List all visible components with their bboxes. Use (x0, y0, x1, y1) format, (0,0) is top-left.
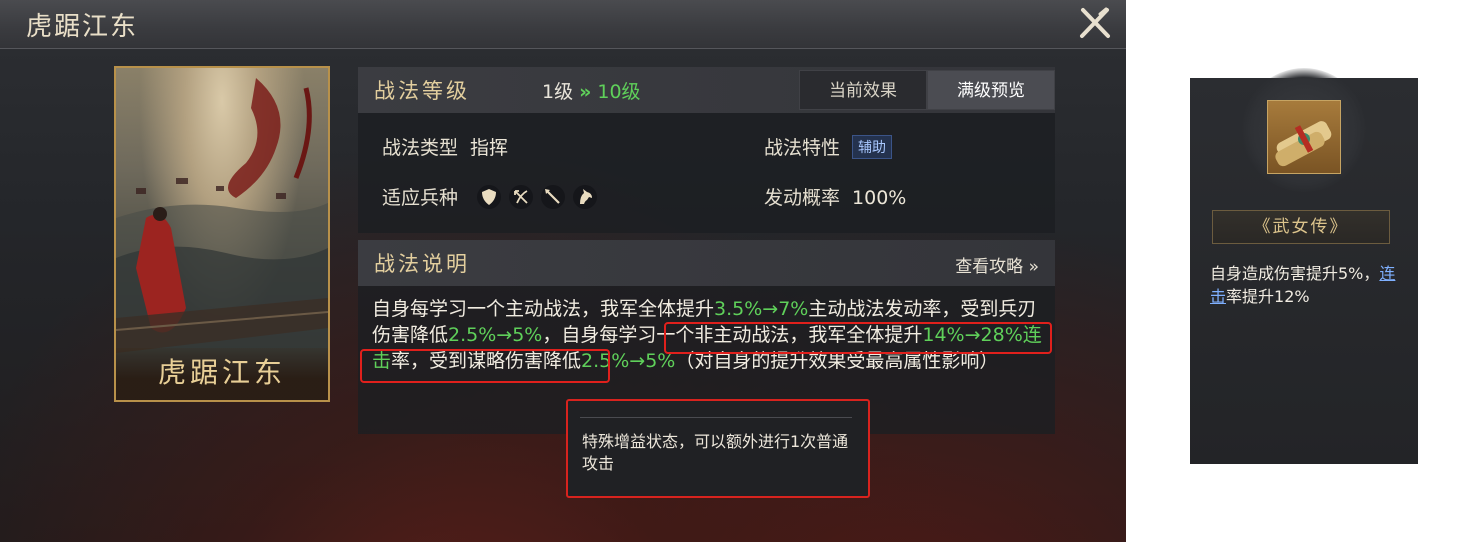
max-level: 10级 (597, 81, 641, 103)
combo-tooltip: 特殊增益状态，可以额外进行1次普通攻击 (566, 399, 870, 498)
spear-icon (541, 185, 566, 209)
reference-tactic-name: 《武女传》 (1212, 210, 1390, 244)
bow-icon (509, 185, 534, 209)
level-arrow-icon: » (579, 81, 592, 103)
desc-segment: 自身每学习一个主动战法，我军全体提升 (372, 298, 715, 320)
close-icon[interactable] (1078, 6, 1112, 40)
reference-tactic-effect: 自身造成伤害提升5%，连击率提升12% (1210, 262, 1410, 308)
current-level: 1级 (542, 81, 574, 103)
tab-current-effect[interactable]: 当前效果 (799, 70, 927, 110)
tactic-trait-row: 战法特性 辅助 (764, 133, 893, 160)
trigger-chance-value: 100% (852, 187, 907, 209)
trigger-chance-label: 发动概率 (764, 187, 841, 209)
tactic-type-value: 指挥 (470, 137, 509, 159)
scroll-icon (1267, 100, 1341, 174)
effect-tabs: 当前效果 满级预览 (799, 70, 1055, 110)
title-bar: 虎踞江东 (0, 0, 1126, 49)
description-header: 战法说明 查看攻略 » (358, 240, 1055, 286)
tactic-trait-label: 战法特性 (764, 137, 841, 159)
troop-types-label: 适应兵种 (382, 187, 459, 209)
tooltip-divider (580, 417, 852, 418)
tooltip-text: 特殊增益状态，可以额外进行1次普通攻击 (582, 432, 849, 473)
view-guide-link[interactable]: 查看攻略 » (955, 252, 1039, 277)
effect-suffix: 率提升12% (1226, 287, 1310, 306)
tactic-info-panel: 战法等级 1级» 10级 当前效果 满级预览 战法类型 指挥 战法特性 辅助 适应兵种 (358, 67, 1055, 233)
level-header: 战法等级 1级» 10级 当前效果 满级预览 (358, 67, 1055, 113)
section-title-level: 战法等级 (374, 79, 470, 103)
tactic-type-label: 战法类型 (382, 137, 459, 159)
troop-types-row: 适应兵种 (382, 183, 604, 215)
window-title: 虎踞江东 (26, 12, 139, 42)
desc-value: 2.5%→5% (448, 324, 543, 346)
tactic-card: 虎踞江东 (114, 66, 330, 402)
tab-max-preview[interactable]: 满级预览 (927, 70, 1055, 110)
shield-icon (477, 185, 502, 209)
troop-icons (476, 184, 604, 215)
desc-value: 3.5%→7% (714, 298, 809, 320)
effect-prefix: 自身造成伤害提升5%， (1210, 264, 1380, 283)
horse-icon (573, 185, 598, 209)
reference-tactic-panel: 《武女传》 自身造成伤害提升5%，连击率提升12% (1190, 68, 1418, 464)
trigger-chance-row: 发动概率 100% (764, 183, 906, 210)
game-screen: 虎踞江东 虎踞江东 战法等级 1级 » 10级 当前效果 满级预览 战法类型 指… (0, 0, 1126, 542)
tactic-card-name: 虎踞江东 (116, 348, 328, 400)
highlight-box (664, 322, 1052, 354)
section-title-description: 战法说明 (374, 252, 470, 276)
highlight-box (360, 349, 610, 383)
level-progress: 1级» 10级 (542, 77, 641, 104)
trait-badge: 辅助 (852, 135, 893, 159)
tactic-type-row: 战法类型 指挥 (382, 133, 508, 160)
